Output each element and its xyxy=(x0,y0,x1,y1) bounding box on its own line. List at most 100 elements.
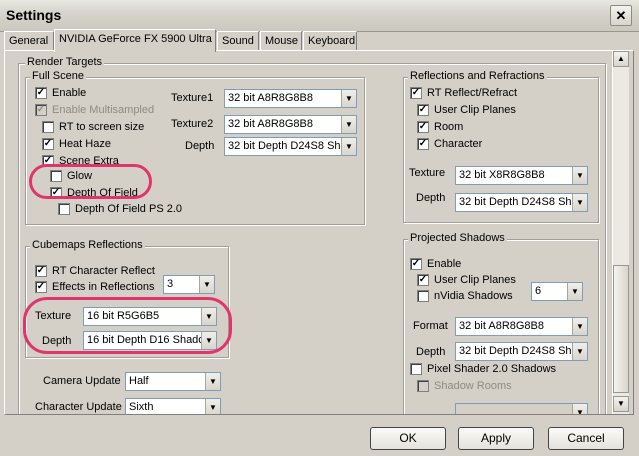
checkmark-icon: ✓ xyxy=(35,104,47,116)
apply-button[interactable]: Apply xyxy=(458,427,534,450)
shadows-user-clip-planes-checkbox[interactable]: ✓ User Clip Planes xyxy=(417,274,516,288)
checkbox-label: Heat Haze xyxy=(59,138,111,150)
settings-scroll-area: Render Targets Full Scene ✓ Enable ✓ Enabl… xyxy=(5,51,612,414)
depth-select[interactable]: 32 bit Depth D24S8 Sh ▼ xyxy=(224,137,357,156)
checkbox-box xyxy=(410,363,422,375)
refl-depth-select[interactable]: 32 bit Depth D24S8 Sh ▼ xyxy=(455,193,588,212)
checkbox-label: Shadow Rooms xyxy=(434,380,512,392)
checkbox-label: RT to screen size xyxy=(59,121,145,133)
reflections-title: Reflections and Refractions xyxy=(408,70,547,82)
annotation-circle-depth-of-field xyxy=(29,164,152,199)
tab-sound[interactable]: Sound xyxy=(217,31,259,51)
checkbox-label: RT Reflect/Refract xyxy=(427,87,518,99)
close-icon: ✕ xyxy=(615,8,627,23)
tab-keyboard[interactable]: Keyboard xyxy=(303,31,357,51)
refl-depth-label: Depth xyxy=(416,192,446,204)
scroll-down-button[interactable]: ▼ xyxy=(613,396,629,412)
shadow-rooms-checkbox: Shadow Rooms xyxy=(417,380,512,394)
tab-nvidia-geforce[interactable]: NVIDIA GeForce FX 5900 Ultra xyxy=(54,29,216,52)
checkbox-label: Enable xyxy=(52,87,87,99)
chevron-down-icon: ▼ xyxy=(572,404,587,414)
select-value: 32 bit A8R8G8B8 xyxy=(228,118,314,130)
enable-checkbox[interactable]: ✓ Enable xyxy=(35,87,86,101)
format-label: Format xyxy=(413,320,448,332)
ok-button[interactable]: OK xyxy=(370,427,446,450)
checkbox-label: Pixel Shader 2.0 Shadows xyxy=(427,363,557,375)
select-value: Sixth xyxy=(129,401,154,413)
chevron-down-icon[interactable]: ▼ xyxy=(567,283,582,300)
checkmark-icon: ✓ xyxy=(417,274,429,286)
nvidia-shadows-count-select[interactable]: 6 ▼ xyxy=(531,282,583,301)
rt-reflect-refract-checkbox[interactable]: ✓ RT Reflect/Refract xyxy=(410,87,517,101)
projected-shadows-title: Projected Shadows xyxy=(408,232,507,244)
character-checkbox[interactable]: ✓ Character xyxy=(417,138,482,152)
vertical-scrollbar[interactable]: ▲ ▼ xyxy=(612,51,629,414)
tab-mouse[interactable]: Mouse xyxy=(260,31,302,51)
chevron-down-icon[interactable]: ▼ xyxy=(341,116,356,133)
camera-update-label: Camera Update xyxy=(43,375,121,387)
checkbox-box xyxy=(58,203,70,215)
nvidia-shadows-checkbox[interactable]: nVidia Shadows xyxy=(417,290,513,304)
effects-in-reflections-checkbox[interactable]: ✓ Effects in Reflections xyxy=(35,281,155,295)
checkmark-icon: ✓ xyxy=(35,87,47,99)
close-button[interactable]: ✕ xyxy=(610,5,632,26)
character-update-label: Character Update xyxy=(35,401,122,413)
chevron-down-icon[interactable]: ▼ xyxy=(341,138,356,155)
select-value: 32 bit A8R8G8B8 xyxy=(459,320,545,332)
checkbox-label: Effects in Reflections xyxy=(52,281,155,293)
title-bar[interactable]: Settings ✕ xyxy=(0,0,639,32)
room-checkbox[interactable]: ✓ Room xyxy=(417,121,463,135)
enable-multisampled-checkbox: ✓ Enable Multisampled xyxy=(35,104,154,118)
checkmark-icon: ✓ xyxy=(410,258,422,270)
shadows-depth-label: Depth xyxy=(416,346,446,358)
depth-of-field-ps2-checkbox[interactable]: Depth Of Field PS 2.0 xyxy=(58,203,182,217)
select-value: 32 bit Depth D24S8 Sh xyxy=(459,345,572,357)
select-value: 32 bit Depth D24S8 Sh xyxy=(228,140,341,152)
scrollbar-thumb[interactable] xyxy=(613,265,629,393)
cancel-button[interactable]: Cancel xyxy=(548,427,624,450)
checkbox-label: Room xyxy=(434,121,464,133)
checkbox-label: RT Character Reflect xyxy=(52,265,155,277)
chevron-down-icon[interactable]: ▼ xyxy=(205,373,220,390)
checkmark-icon: ✓ xyxy=(42,138,54,150)
camera-update-select[interactable]: Half ▼ xyxy=(125,372,221,391)
refl-texture-select[interactable]: 32 bit X8R8G8B8 ▼ xyxy=(455,166,588,185)
full-scene-title: Full Scene xyxy=(30,70,86,82)
scroll-up-button[interactable]: ▲ xyxy=(613,51,629,67)
checkbox-label: Depth Of Field PS 2.0 xyxy=(75,203,182,215)
checkmark-icon: ✓ xyxy=(35,265,47,277)
shadows-enable-checkbox[interactable]: ✓ Enable xyxy=(410,258,461,272)
chevron-down-icon[interactable]: ▼ xyxy=(205,399,220,414)
checkbox-box xyxy=(417,380,429,392)
rt-to-screen-size-checkbox[interactable]: RT to screen size xyxy=(42,121,144,135)
render-targets-title: Render Targets xyxy=(25,56,105,68)
chevron-down-icon[interactable]: ▼ xyxy=(199,276,214,293)
chevron-down-icon[interactable]: ▼ xyxy=(572,318,587,335)
checkmark-icon: ✓ xyxy=(417,121,429,133)
checkmark-icon: ✓ xyxy=(410,87,422,99)
tab-general[interactable]: General xyxy=(4,31,54,51)
format-select[interactable]: 32 bit A8R8G8B8 ▼ xyxy=(455,317,588,336)
refl-user-clip-planes-checkbox[interactable]: ✓ User Clip Planes xyxy=(417,104,516,118)
checkmark-icon: ✓ xyxy=(417,104,429,116)
heat-haze-checkbox[interactable]: ✓ Heat Haze xyxy=(42,138,111,152)
effects-count-select[interactable]: 3 ▼ xyxy=(163,275,215,294)
settings-window: Settings ✕ General NVIDIA GeForce FX 590… xyxy=(0,0,639,456)
chevron-down-icon[interactable]: ▼ xyxy=(572,167,587,184)
checkmark-icon: ✓ xyxy=(417,138,429,150)
texture2-select[interactable]: 32 bit A8R8G8B8 ▼ xyxy=(224,115,357,134)
texture1-select[interactable]: 32 bit A8R8G8B8 ▼ xyxy=(224,89,357,108)
pixel-shader-shadows-checkbox[interactable]: Pixel Shader 2.0 Shadows xyxy=(410,363,556,377)
character-update-select[interactable]: Sixth ▼ xyxy=(125,398,221,414)
checkbox-box xyxy=(42,121,54,133)
chevron-down-icon[interactable]: ▼ xyxy=(572,194,587,211)
refl-texture-label: Texture xyxy=(409,167,446,179)
checkbox-box xyxy=(417,290,429,302)
shadows-depth-select[interactable]: 32 bit Depth D24S8 Sh ▼ xyxy=(455,342,588,361)
texture1-label: Texture1 xyxy=(171,92,214,104)
chevron-down-icon[interactable]: ▼ xyxy=(341,90,356,107)
checkbox-label: Character xyxy=(434,138,483,150)
window-title: Settings xyxy=(6,7,62,23)
rt-character-reflect-checkbox[interactable]: ✓ RT Character Reflect xyxy=(35,265,155,279)
chevron-down-icon[interactable]: ▼ xyxy=(572,343,587,360)
